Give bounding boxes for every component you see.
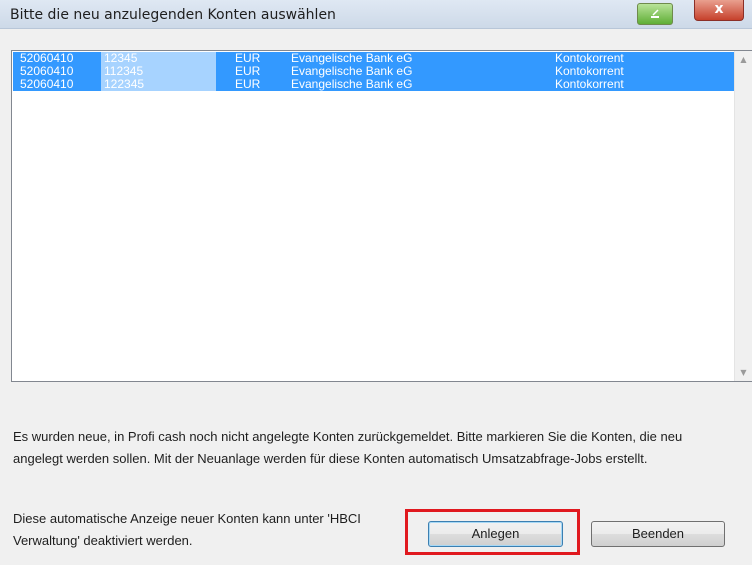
minimize-icon xyxy=(651,9,659,18)
scroll-down-arrow-icon[interactable]: ▼ xyxy=(735,364,752,381)
accounts-listbox[interactable]: 52060410 12345 EUR Evangelische Bank eG Kont… xyxy=(11,50,752,382)
account-blz: 52060410 xyxy=(20,77,74,91)
accounts-list: 52060410 12345 EUR Evangelische Bank eG Kont… xyxy=(13,52,735,91)
account-type: Kontokorrent xyxy=(555,77,624,91)
info-text: Es wurden neue, in Profi cash noch nicht… xyxy=(13,429,683,466)
dialog-window: Bitte die neu anzulegenden Konten auswäh… xyxy=(0,0,752,565)
account-bank: Evangelische Bank eG xyxy=(291,77,413,91)
account-number: 122345 xyxy=(101,78,216,91)
scroll-up-arrow-icon[interactable]: ▲ xyxy=(735,51,752,68)
close-icon: x xyxy=(714,1,724,17)
vertical-scrollbar[interactable]: ▲ ▼ xyxy=(734,51,752,381)
exit-button[interactable]: Beenden xyxy=(591,521,725,547)
title-bar[interactable]: Bitte die neu anzulegenden Konten auswäh… xyxy=(0,0,752,29)
window-title: Bitte die neu anzulegenden Konten auswäh… xyxy=(10,7,336,23)
account-currency: EUR xyxy=(235,77,261,91)
minimize-button[interactable] xyxy=(637,3,673,25)
close-button[interactable]: x xyxy=(694,0,744,21)
list-item[interactable]: 52060410 122345 EUR Evangelische Bank eG Kon… xyxy=(13,78,735,91)
create-button[interactable]: Anlegen xyxy=(428,521,563,547)
hint-text: Diese automatische Anzeige neuer Konten … xyxy=(13,511,361,548)
